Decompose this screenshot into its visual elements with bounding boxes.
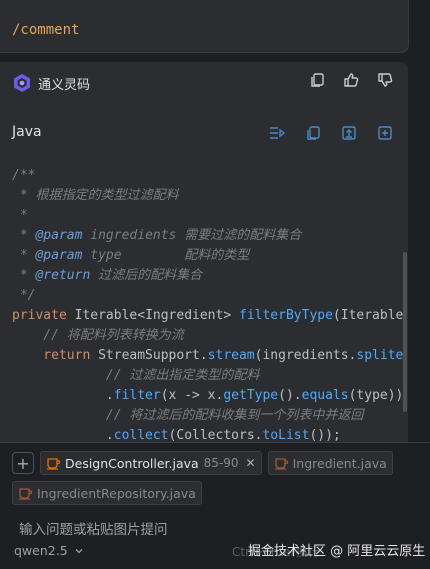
context-file-name: DesignController.java	[65, 455, 199, 471]
copy-code-icon[interactable]	[304, 124, 322, 142]
add-context-button[interactable]: +	[12, 452, 34, 474]
chevron-down-icon	[75, 548, 83, 553]
thumbs-down-icon[interactable]	[376, 71, 394, 89]
code-line: .filter(x -> x.getType().equals(type))	[12, 388, 404, 403]
code-line: // 过滤出指定类型的配料	[12, 368, 260, 383]
code-block-toolbar: Java	[0, 114, 408, 150]
context-file-chip[interactable]: IngredientRepository.java	[12, 481, 202, 505]
context-line-range: 85-90	[203, 456, 239, 470]
code-line: *	[12, 208, 28, 223]
tongyi-logo-icon	[14, 74, 30, 92]
java-file-icon	[274, 458, 288, 470]
code-line: private Iterable<Ingredient> filterByTyp…	[12, 308, 404, 323]
java-file-icon	[47, 458, 60, 470]
context-file-name: Ingredient.java	[292, 455, 387, 471]
code-line: // 将过滤后的配料收集到一个列表中并返回	[12, 408, 364, 423]
chat-input-area: + DesignController.java 85-90 ✕ Ingredie…	[0, 442, 430, 569]
model-selector[interactable]: qwen2.5	[14, 543, 84, 558]
assistant-response-card: 通义灵码 Java /** * 根据指定的类型过滤配料 * * @param i…	[0, 62, 408, 446]
context-files-row: + DesignController.java 85-90 ✕ Ingredie…	[12, 451, 422, 505]
copy-icon[interactable]	[308, 71, 326, 89]
insert-diff-icon[interactable]	[268, 124, 286, 142]
response-actions	[308, 71, 394, 89]
watermark: 掘金技术社区 @ 阿里云云原生	[248, 544, 426, 559]
assistant-name: 通义灵码	[38, 77, 91, 93]
chat-input-field[interactable]: 输入问题或粘贴图片提问	[19, 518, 168, 538]
assistant-header: 通义灵码	[12, 70, 90, 96]
code-language-label: Java	[12, 124, 42, 140]
code-line: */	[12, 288, 36, 303]
code-line: /**	[12, 168, 36, 183]
code-line: // 将配料列表转换为流	[12, 328, 184, 343]
insert-file-icon[interactable]	[340, 124, 358, 142]
previous-message-card: /comment	[0, 0, 409, 53]
code-line: * @param ingredients 需要过滤的配料集合	[12, 228, 302, 243]
context-file-name: IngredientRepository.java	[37, 485, 196, 501]
new-file-icon[interactable]	[376, 124, 394, 142]
slash-command: /comment	[12, 22, 80, 38]
context-file-chip[interactable]: Ingredient.java	[267, 451, 393, 475]
code-line: * @param type 配料的类型	[12, 248, 250, 263]
model-name: qwen2.5	[14, 543, 68, 558]
java-file-icon	[19, 488, 32, 500]
scrollbar[interactable]	[403, 252, 407, 412]
close-icon[interactable]: ✕	[246, 456, 256, 470]
code-actions	[268, 124, 394, 142]
context-file-chip[interactable]: DesignController.java 85-90 ✕	[40, 451, 262, 475]
code-line: * 根据指定的类型过滤配料	[12, 188, 179, 203]
code-content: /** * 根据指定的类型过滤配料 * * @param ingredients…	[12, 166, 408, 446]
code-line: * @return 过滤后的配料集合	[12, 268, 203, 283]
code-line: return StreamSupport.stream(ingredients.…	[12, 348, 404, 363]
thumbs-up-icon[interactable]	[342, 71, 360, 89]
